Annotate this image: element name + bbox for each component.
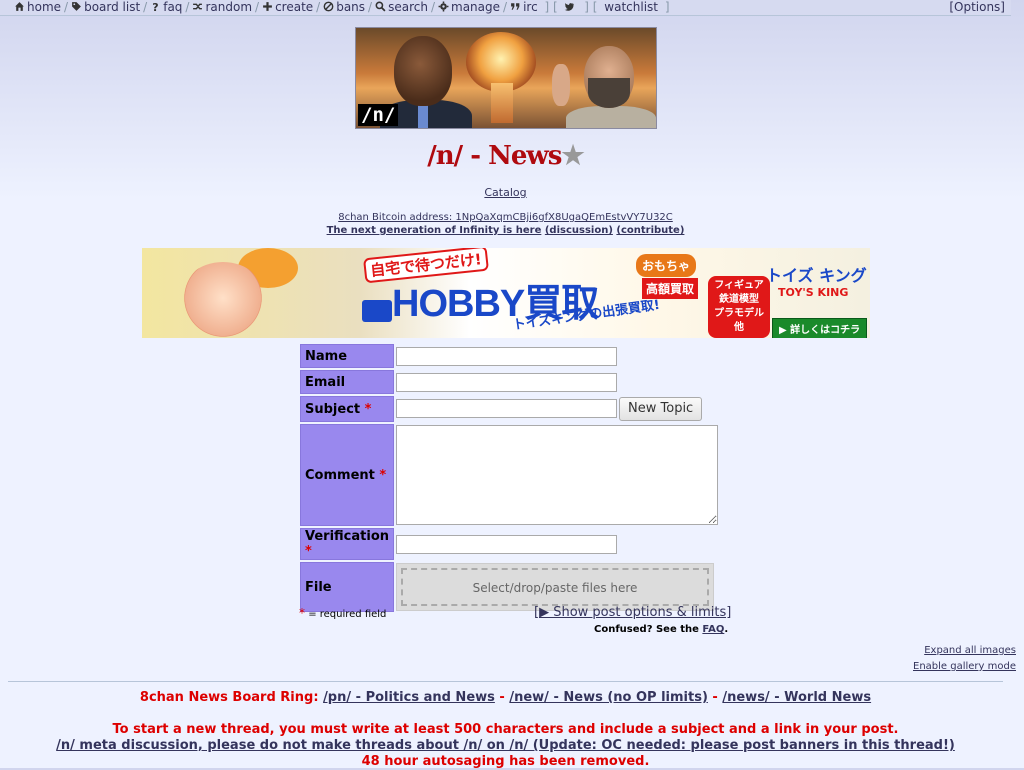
- gear-icon: [438, 1, 449, 12]
- nextgen-link[interactable]: The next generation of Infinity is here: [327, 225, 542, 236]
- confused-note: Confused? See the FAQ.: [594, 624, 729, 635]
- advertisement-banner[interactable]: 自宅で待つだけ! HOBBY買取 トイズキングの出張買取! おもちゃ 高額買取 …: [142, 248, 870, 338]
- email-input[interactable]: [396, 372, 618, 392]
- gallery-mode-link[interactable]: Enable gallery mode: [913, 661, 1016, 672]
- mascot-character: [178, 262, 268, 338]
- banner-board-tag: /n/: [358, 104, 399, 126]
- question-icon: ?: [150, 1, 161, 12]
- ad-badge-high-price: 高額買取: [642, 278, 699, 299]
- file-dropzone[interactable]: Select/drop/paste files here: [396, 563, 715, 611]
- subject-label: Subject *: [300, 396, 395, 422]
- ring-link-pn[interactable]: /pn/ - Politics and News: [323, 690, 495, 705]
- expand-all-images-link[interactable]: Expand all images: [924, 645, 1016, 656]
- plus-icon: [262, 1, 273, 12]
- nav-twitter[interactable]: [564, 0, 577, 14]
- home-icon: [14, 1, 25, 12]
- search-icon: [375, 1, 386, 12]
- twitter-icon: [564, 1, 575, 12]
- comment-label: Comment *: [300, 424, 395, 526]
- nav-create[interactable]: create: [262, 0, 313, 14]
- board-title: /n/ - News★: [427, 141, 584, 171]
- catalog-link[interactable]: Catalog: [484, 186, 526, 199]
- divider: [8, 681, 1003, 682]
- ring-link-new[interactable]: /new/ - News (no OP limits): [509, 690, 708, 705]
- rule-meta-link[interactable]: /n/ meta discussion, please do not make …: [0, 738, 1011, 754]
- nav-bans[interactable]: bans: [323, 0, 365, 14]
- nav-random[interactable]: random: [192, 0, 252, 14]
- board-banner[interactable]: /n/: [355, 27, 657, 129]
- quote-icon: [510, 1, 521, 12]
- ad-brand-en: TOY'S KING: [778, 286, 849, 299]
- person-left: [394, 36, 452, 106]
- show-post-options-link[interactable]: [▶ Show post options & limits]: [534, 605, 731, 620]
- nav-links: home / board list /? faq / random / create / bans /…: [14, 0, 673, 14]
- nav-board-list[interactable]: board list: [71, 0, 140, 14]
- verification-label: Verification *: [300, 528, 395, 560]
- expand-images-row: Expand all images: [924, 645, 1016, 656]
- ad-brand: トイズ キング: [766, 266, 867, 285]
- nav-faq[interactable]: ? faq: [150, 0, 182, 14]
- ad-badge-toys: おもちゃ: [636, 254, 697, 277]
- svg-text:?: ?: [152, 1, 158, 12]
- ad-cta-button[interactable]: ▶ 詳しくはコチラ: [772, 318, 868, 338]
- board-rules: To start a new thread, you must write at…: [0, 722, 1011, 770]
- required-field-note: * = required field: [299, 606, 387, 620]
- ad-badge-figures: フィギュア 鉄道模型 プラモデル他: [708, 276, 770, 338]
- shuffle-icon: [192, 1, 203, 12]
- catalog-row: Catalog: [0, 186, 1011, 199]
- name-label: Name: [300, 344, 395, 368]
- top-nav-bar: home / board list /? faq / random / create / bans /…: [0, 0, 1011, 16]
- tag-icon: [71, 1, 82, 12]
- contribute-link[interactable]: (contribute): [616, 225, 684, 236]
- nextgen-row: The next generation of Infinity is here …: [0, 225, 1011, 236]
- bitcoin-row: 8chan Bitcoin address: 1NpQaXqmCBji6gfX8…: [0, 212, 1011, 223]
- name-input[interactable]: [396, 346, 618, 366]
- nav-watchlist[interactable]: watchlist: [604, 0, 658, 14]
- nav-search[interactable]: search: [375, 0, 428, 14]
- ring-link-news[interactable]: /news/ - World News: [722, 690, 871, 705]
- post-form: Name Email Subject * New Topic Comment *…: [298, 342, 720, 614]
- truck-icon: [362, 300, 392, 322]
- file-label: File: [300, 562, 395, 612]
- subject-input[interactable]: [396, 399, 618, 418]
- faq-link[interactable]: FAQ: [702, 624, 724, 635]
- options-link[interactable]: [Options]: [949, 0, 1005, 14]
- nav-manage[interactable]: manage: [438, 0, 500, 14]
- discussion-link[interactable]: (discussion): [545, 225, 613, 236]
- bitcoin-link[interactable]: 8chan Bitcoin address: 1NpQaXqmCBji6gfX8…: [338, 212, 673, 223]
- board-ring: 8chan News Board Ring: /pn/ - Politics a…: [139, 690, 872, 705]
- gallery-mode-row: Enable gallery mode: [913, 661, 1016, 672]
- nav-home[interactable]: home: [14, 0, 61, 14]
- new-topic-button[interactable]: New Topic: [619, 397, 703, 421]
- ban-icon: [323, 1, 334, 12]
- email-label: Email: [300, 370, 395, 394]
- verification-input[interactable]: [396, 534, 618, 554]
- comment-textarea[interactable]: [396, 425, 719, 525]
- favorite-star-icon[interactable]: ★: [561, 141, 584, 171]
- nav-irc[interactable]: irc: [510, 0, 538, 14]
- rule-new-thread: To start a new thread, you must write at…: [112, 722, 899, 737]
